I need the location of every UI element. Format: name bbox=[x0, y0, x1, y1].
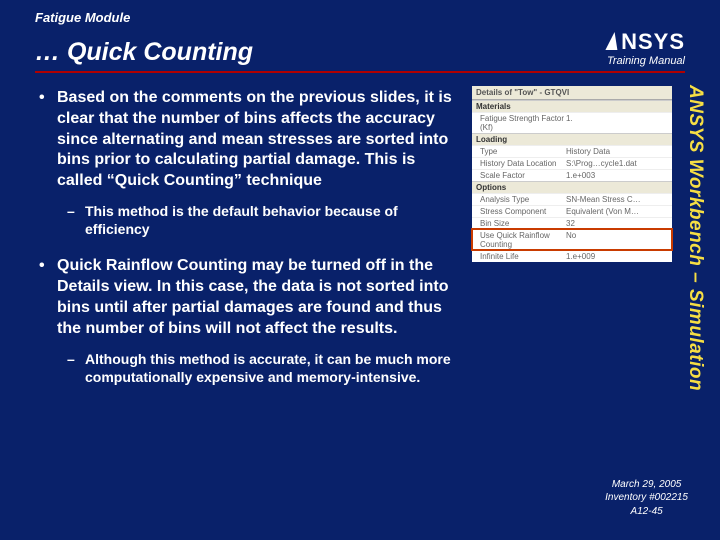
row-kf-val: 1. bbox=[566, 114, 672, 132]
row-infinitelife-val: 1.e+009 bbox=[566, 252, 672, 261]
footer: March 29, 2005 Inventory #002215 A12-45 bbox=[605, 478, 688, 519]
row-stresscomp-key: Stress Component bbox=[472, 207, 566, 216]
row-quickrainflow: Use Quick Rainflow Counting No bbox=[472, 229, 672, 250]
row-histloc: History Data Location S:\Prog…cycle1.dat bbox=[472, 157, 672, 169]
title-bar: … Quick Counting NSYS Training Manual bbox=[35, 31, 685, 73]
page-title: … Quick Counting bbox=[35, 38, 253, 67]
side-watermark: ANSYS Workbench – Simulation bbox=[684, 85, 706, 391]
manual-label: Training Manual bbox=[607, 55, 685, 67]
footer-date: March 29, 2005 bbox=[605, 478, 688, 492]
row-type-val: History Data bbox=[566, 147, 672, 156]
row-kf: Fatigue Strength Factor (Kf) 1. bbox=[472, 112, 672, 133]
row-scale-key: Scale Factor bbox=[472, 171, 566, 180]
bullet-2-text: Quick Rainflow Counting may be turned of… bbox=[57, 257, 449, 336]
slide-body: Based on the comments on the previous sl… bbox=[35, 88, 455, 404]
footer-page: A12-45 bbox=[605, 505, 688, 519]
section-options: Options bbox=[472, 181, 672, 193]
row-infinitelife-key: Infinite Life bbox=[472, 252, 566, 261]
row-binsize-val: 32 bbox=[566, 219, 672, 228]
ansys-logo: NSYS bbox=[607, 31, 685, 53]
bullet-1: Based on the comments on the previous sl… bbox=[35, 88, 455, 238]
row-analysis: Analysis Type SN-Mean Stress C… bbox=[472, 193, 672, 205]
row-binsize-key: Bin Size bbox=[472, 219, 566, 228]
row-analysis-val: SN-Mean Stress C… bbox=[566, 195, 672, 204]
bullet-1-text: Based on the comments on the previous sl… bbox=[57, 89, 452, 189]
footer-inventory: Inventory #002215 bbox=[605, 491, 688, 505]
section-materials: Materials bbox=[472, 100, 672, 112]
logo-block: NSYS Training Manual bbox=[607, 31, 685, 67]
bullet-2: Quick Rainflow Counting may be turned of… bbox=[35, 256, 455, 386]
row-type-key: Type bbox=[472, 147, 566, 156]
details-header: Details of "Tow" - GTQVI bbox=[472, 86, 672, 100]
row-kf-key: Fatigue Strength Factor (Kf) bbox=[472, 114, 566, 132]
row-stresscomp: Stress Component Equivalent (Von M… bbox=[472, 205, 672, 217]
bullet-1a: This method is the default behavior beca… bbox=[57, 202, 455, 238]
row-quickrainflow-val: No bbox=[566, 231, 672, 249]
bullet-2a: Although this method is accurate, it can… bbox=[57, 350, 455, 386]
row-infinitelife: Infinite Life 1.e+009 bbox=[472, 250, 672, 262]
module-label: Fatigue Module bbox=[35, 10, 685, 25]
row-scale: Scale Factor 1.e+003 bbox=[472, 169, 672, 181]
row-histloc-key: History Data Location bbox=[472, 159, 566, 168]
row-quickrainflow-key: Use Quick Rainflow Counting bbox=[472, 231, 566, 249]
row-stresscomp-val: Equivalent (Von M… bbox=[566, 207, 672, 216]
row-binsize: Bin Size 32 bbox=[472, 217, 672, 229]
row-scale-val: 1.e+003 bbox=[566, 171, 672, 180]
section-loading: Loading bbox=[472, 133, 672, 145]
row-analysis-key: Analysis Type bbox=[472, 195, 566, 204]
row-histloc-val: S:\Prog…cycle1.dat bbox=[566, 159, 672, 168]
row-type: Type History Data bbox=[472, 145, 672, 157]
details-panel: Details of "Tow" - GTQVI Materials Fatig… bbox=[472, 86, 672, 262]
